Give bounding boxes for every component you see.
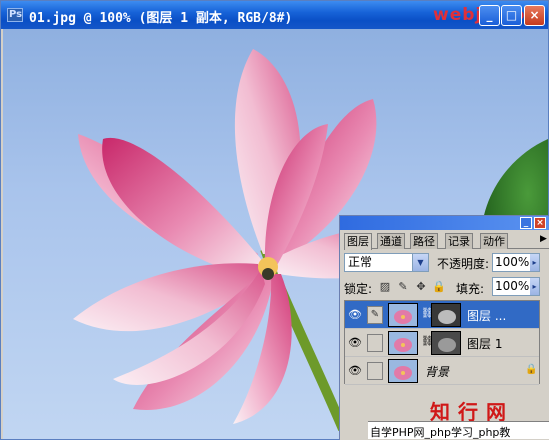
close-button[interactable]: ×	[524, 5, 545, 26]
opacity-value: 100%	[495, 255, 530, 269]
lock-label: 锁定:	[344, 282, 373, 296]
palette-tabs: 图层 通道 路径 记录 动作 ▶	[344, 233, 549, 250]
layer-thumbnail	[388, 331, 418, 355]
lock-transparency-icon[interactable]: ▨	[378, 280, 392, 294]
layer-mask-thumbnail[interactable]	[431, 331, 461, 355]
layer-row[interactable]: 👁 ✎ ⛓ 图层 ...	[345, 301, 539, 329]
lock-icon: 🔒	[525, 364, 538, 375]
layers-palette: _ × 图层 通道 路径 记录 动作 ▶ 正常 ▼ 不透明度: 100% ▸ 锁…	[339, 215, 549, 440]
opacity-slider-arrow-icon[interactable]: ▸	[530, 254, 539, 271]
fill-value: 100%	[495, 279, 530, 293]
document-window: Ps 01.jpg @ 100% (图层 1 副本, RGB/8#) webjx…	[0, 0, 549, 440]
palette-menu-arrow-icon[interactable]: ▶	[540, 234, 547, 244]
blend-mode-value: 正常	[348, 255, 373, 269]
layer-name: 图层 1	[467, 337, 503, 351]
tab-layers[interactable]: 图层	[344, 233, 372, 250]
fill-label: 填充:	[456, 282, 485, 296]
layer-name: 图层 ...	[467, 309, 507, 323]
eye-visibility-icon[interactable]: 👁	[347, 363, 363, 379]
brush-edit-icon[interactable]: ✎	[367, 306, 383, 324]
chevron-down-icon[interactable]: ▼	[412, 254, 428, 271]
tab-history[interactable]: 记录	[445, 233, 473, 249]
blend-mode-select[interactable]: 正常 ▼	[344, 253, 429, 272]
eye-visibility-icon[interactable]: 👁	[347, 307, 363, 323]
layer-name: 背景	[425, 365, 450, 379]
title-bar[interactable]: Ps 01.jpg @ 100% (图层 1 副本, RGB/8#) webjx…	[1, 1, 548, 29]
fill-slider-arrow-icon[interactable]: ▸	[530, 278, 539, 295]
eye-visibility-icon[interactable]: 👁	[347, 335, 363, 351]
tab-paths[interactable]: 路径	[410, 233, 438, 249]
photoshop-app-icon[interactable]: Ps	[7, 8, 23, 22]
fill-field[interactable]: 100% ▸	[492, 277, 540, 296]
layer-thumbnail	[388, 359, 418, 383]
opacity-label: 不透明度:	[437, 257, 490, 271]
layer-row[interactable]: 👁 ⛓ 图层 1	[345, 329, 539, 357]
palette-minimize-button[interactable]: _	[520, 217, 532, 229]
brush-edit-icon[interactable]	[367, 362, 383, 380]
lock-image-brush-icon[interactable]: ✎	[396, 280, 410, 294]
lock-all-icon[interactable]: 🔒	[432, 280, 446, 294]
tab-actions[interactable]: 动作	[480, 233, 508, 249]
opacity-field[interactable]: 100% ▸	[492, 253, 540, 272]
brush-edit-icon[interactable]	[367, 334, 383, 352]
window-title: 01.jpg @ 100% (图层 1 副本, RGB/8#)	[29, 11, 293, 26]
minimize-button[interactable]: _	[479, 5, 500, 26]
layer-row[interactable]: 👁 背景 🔒	[345, 357, 539, 385]
maximize-button[interactable]: □	[501, 5, 522, 26]
layer-thumbnail	[388, 303, 418, 327]
lock-position-move-icon[interactable]: ✥	[414, 280, 428, 294]
watermark-strip-text: 自学PHP网_php学习_php教	[370, 426, 511, 439]
layer-mask-thumbnail[interactable]	[431, 303, 461, 327]
layer-list: 👁 ✎ ⛓ 图层 ... 👁 ⛓ 图层 1 👁 背景 🔒	[344, 300, 540, 385]
watermark-strip: 自学PHP网_php学习_php教	[368, 421, 549, 439]
palette-title-bar[interactable]: _ ×	[340, 216, 549, 230]
tab-channels[interactable]: 通道	[377, 233, 405, 249]
palette-close-button[interactable]: ×	[534, 217, 546, 229]
